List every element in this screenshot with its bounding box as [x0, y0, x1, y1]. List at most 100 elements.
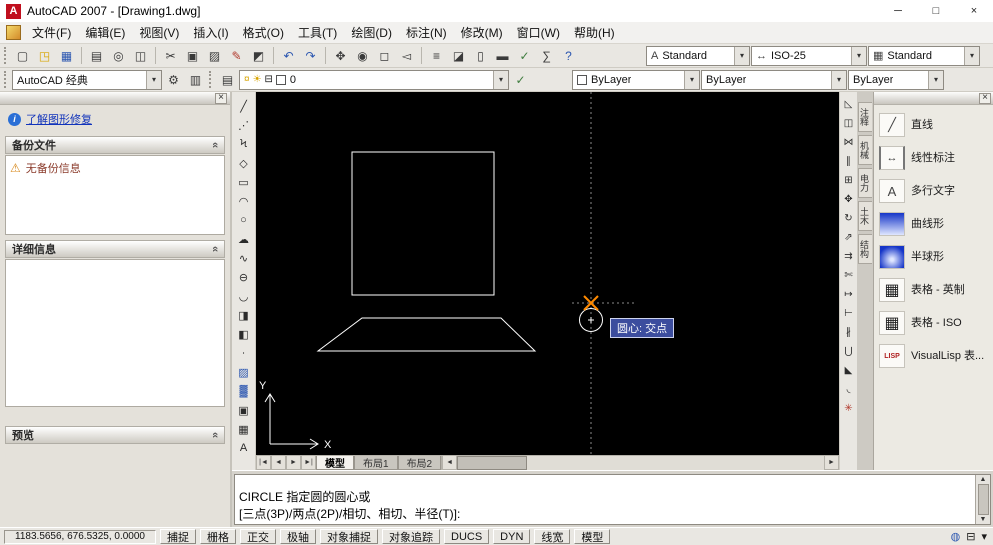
menu-modify[interactable]: 修改(M) [454, 21, 510, 44]
match-properties-icon[interactable]: ✎ [226, 46, 247, 66]
details-header[interactable]: 详细信息 « [5, 240, 225, 258]
panel-close-icon[interactable]: × [215, 92, 227, 104]
quickcalc-icon[interactable]: ∑ [536, 46, 557, 66]
array-icon[interactable]: ⊞ [841, 172, 857, 189]
maximize-button[interactable]: □ [917, 0, 955, 22]
chevron-down-icon[interactable]: ▾ [928, 70, 943, 89]
circle-icon[interactable]: ○ [234, 211, 254, 229]
copy-object-icon[interactable]: ◫ [841, 115, 857, 132]
polyline-icon[interactable]: Ϟ [234, 135, 254, 153]
drawing-canvas[interactable]: Y X 圆心: 交点 [256, 92, 839, 455]
rectangle-icon[interactable]: ▭ [234, 173, 254, 191]
publish-icon[interactable]: ◫ [130, 46, 151, 66]
chevron-down-icon[interactable]: ▾ [734, 46, 749, 65]
menu-tools[interactable]: 工具(T) [291, 21, 344, 44]
join-icon[interactable]: ⋃ [841, 343, 857, 360]
copy-icon[interactable]: ▣ [182, 46, 203, 66]
horizontal-scrollbar[interactable]: ◄ ► [441, 456, 839, 470]
last-tab-icon[interactable]: ►| [301, 456, 316, 470]
new-icon[interactable]: ▢ [12, 46, 33, 66]
toolbar-grip[interactable] [4, 71, 7, 88]
ellipse-arc-icon[interactable]: ◡ [234, 287, 254, 305]
scroll-up-icon[interactable]: ▲ [980, 476, 987, 483]
command-input[interactable]: CIRCLE 指定圆的圆心或 [三点(3P)/两点(2P)/相切、相切、半径(T… [235, 475, 975, 524]
scrollbar-track[interactable] [527, 456, 824, 470]
stretch-icon[interactable]: ⇉ [841, 248, 857, 265]
palette-item-visuallisp[interactable]: LISP VisualLisp 表... [879, 344, 988, 368]
explode-icon[interactable]: ✳ [841, 400, 857, 417]
properties-icon[interactable]: ≡ [426, 46, 447, 66]
palette-item-linear-gradient[interactable]: 曲线形 [879, 212, 988, 236]
zoom-previous-icon[interactable]: ◅ [396, 46, 417, 66]
menu-window[interactable]: 窗口(W) [510, 21, 567, 44]
break-at-point-icon[interactable]: ⊢ [841, 305, 857, 322]
palette-item-table-iso[interactable]: ▦ 表格 - ISO [879, 311, 988, 335]
fillet-icon[interactable]: ◟ [841, 381, 857, 398]
recovery-help-link[interactable]: 了解图形修复 [26, 111, 92, 127]
redo-icon[interactable]: ↷ [300, 46, 321, 66]
menu-dimension[interactable]: 标注(N) [399, 21, 454, 44]
cut-icon[interactable]: ✂ [160, 46, 181, 66]
layer-on-bulb-icon[interactable]: ¤ [244, 74, 250, 85]
chevron-up-icon[interactable]: « [209, 432, 221, 438]
palette-close-icon[interactable]: × [979, 92, 991, 104]
scroll-left-icon[interactable]: ◄ [442, 456, 458, 470]
offset-icon[interactable]: ∥ [841, 153, 857, 170]
scroll-down-icon[interactable]: ▼ [980, 516, 987, 523]
zoom-window-icon[interactable]: ◻ [374, 46, 395, 66]
workspace-settings-icon[interactable]: ⚙ [163, 70, 184, 90]
backup-files-header[interactable]: 备份文件 « [5, 136, 225, 154]
toolbar-grip[interactable] [4, 47, 7, 64]
close-button[interactable]: × [955, 0, 993, 22]
menu-edit[interactable]: 编辑(E) [78, 21, 132, 44]
paste-icon[interactable]: ▨ [204, 46, 225, 66]
ortho-toggle[interactable]: 正交 [240, 529, 276, 544]
revision-cloud-icon[interactable]: ☁ [234, 230, 254, 248]
point-icon[interactable]: ∙ [234, 344, 254, 362]
next-tab-icon[interactable]: ► [286, 456, 301, 470]
trim-icon[interactable]: ✄ [841, 267, 857, 284]
construction-line-icon[interactable]: ⋰ [234, 116, 254, 134]
insert-block-icon[interactable]: ◨ [234, 306, 254, 324]
workspace-select[interactable]: AutoCAD 经典 ▾ [12, 69, 162, 90]
command-scrollbar[interactable]: ▲ ▼ [975, 475, 990, 524]
palette-item-line[interactable]: ╱ 直线 [879, 113, 988, 137]
polar-toggle[interactable]: 极轴 [280, 529, 316, 544]
otrack-toggle[interactable]: 对象追踪 [382, 529, 440, 544]
tool-palettes-icon[interactable]: ▯ [470, 46, 491, 66]
osnap-toggle[interactable]: 对象捕捉 [320, 529, 378, 544]
color-select[interactable]: ByLayer ▾ [572, 69, 700, 90]
layer-select[interactable]: ¤ ☀ ⊟ 0 ▾ [239, 69, 509, 90]
ducs-toggle[interactable]: DUCS [444, 529, 490, 544]
erase-icon[interactable]: ◺ [841, 96, 857, 113]
plot-preview-icon[interactable]: ◎ [108, 46, 129, 66]
designcenter-icon[interactable]: ◪ [448, 46, 469, 66]
hatch-icon[interactable]: ▨ [234, 363, 254, 381]
communication-center-icon[interactable]: ◍ [951, 530, 961, 543]
drawing-document-icon[interactable] [6, 25, 21, 40]
layer-lock-icon[interactable]: ⊟ [265, 74, 273, 85]
first-tab-icon[interactable]: |◄ [256, 456, 271, 470]
gradient-icon[interactable]: ▓ [234, 382, 254, 400]
layer-properties-manager-icon[interactable]: ▤ [217, 70, 238, 90]
preview-header[interactable]: 预览 « [5, 426, 225, 444]
tray-expand-icon[interactable]: ▾ [981, 530, 987, 543]
chevron-down-icon[interactable]: ▾ [684, 70, 699, 89]
move-icon[interactable]: ✥ [841, 191, 857, 208]
palette-tab-annotation[interactable]: 注释 [858, 102, 872, 132]
scrollbar-thumb[interactable] [457, 456, 528, 470]
lineweight-toggle[interactable]: 线宽 [534, 529, 571, 544]
chamfer-icon[interactable]: ◣ [841, 362, 857, 379]
chevron-down-icon[interactable]: ▾ [831, 70, 846, 89]
palette-item-mtext[interactable]: A 多行文字 [879, 179, 988, 203]
region-icon[interactable]: ▣ [234, 401, 254, 419]
save-icon[interactable]: ▦ [56, 46, 77, 66]
pan-icon[interactable]: ✥ [330, 46, 351, 66]
menu-help[interactable]: 帮助(H) [567, 21, 622, 44]
menu-view[interactable]: 视图(V) [132, 21, 186, 44]
spline-icon[interactable]: ∿ [234, 249, 254, 267]
undo-icon[interactable]: ↶ [278, 46, 299, 66]
scale-icon[interactable]: ⇗ [841, 229, 857, 246]
ellipse-icon[interactable]: ⊖ [234, 268, 254, 286]
layer-thaw-sun-icon[interactable]: ☀ [253, 74, 262, 85]
